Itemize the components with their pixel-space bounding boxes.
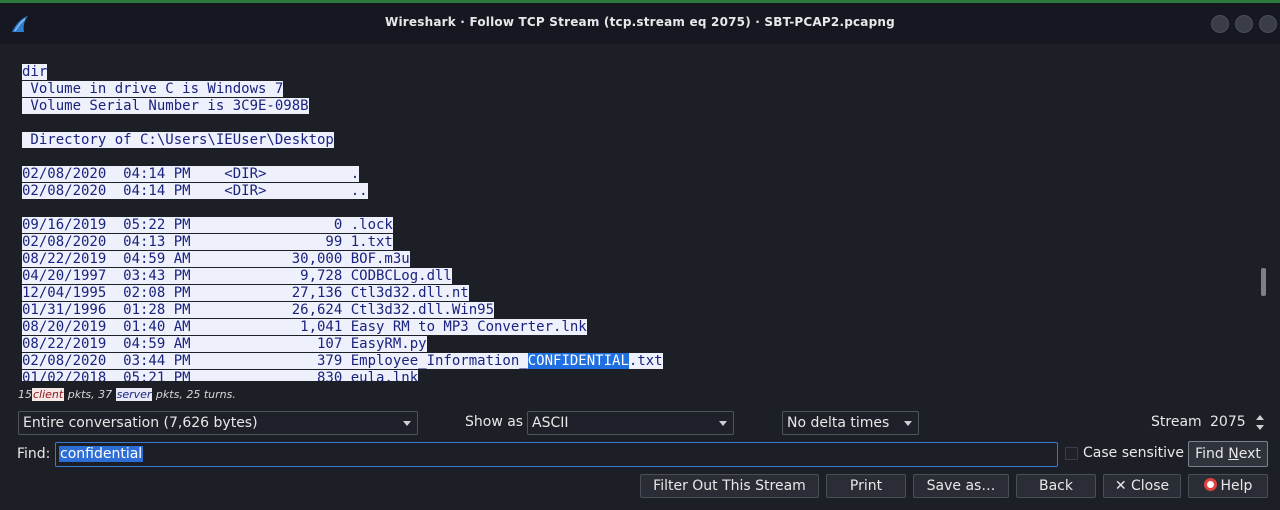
stream-line-text: 12/04/1995 02:08 PM 27,136 Ctl3d32.dll.n…	[22, 285, 469, 301]
find-next-label-post: ext	[1238, 446, 1261, 462]
help-button[interactable]: Help	[1188, 474, 1268, 498]
delta-times-select-value: No delta times	[787, 415, 890, 431]
stream-line: dir	[22, 64, 663, 81]
stream-line: 08/22/2019 04:59 AM 107 EasyRM.py	[22, 336, 663, 353]
spin-down-icon[interactable]	[1256, 425, 1264, 430]
stream-line	[22, 200, 663, 217]
stream-stats: 15client pkts, 37 server pkts, 25 turns.	[18, 388, 236, 401]
find-next-label-pre: Find	[1195, 446, 1229, 462]
filter-out-stream-button[interactable]: Filter Out This Stream	[640, 474, 819, 498]
stream-line-text: 08/22/2019 04:59 AM 30,000 BOF.m3u	[22, 251, 410, 267]
stream-line: 02/08/2020 04:14 PM <DIR> ..	[22, 183, 663, 200]
spin-up-icon[interactable]	[1256, 415, 1264, 420]
conversation-select-value: Entire conversation (7,626 bytes)	[23, 415, 258, 431]
help-button-label: Help	[1220, 478, 1253, 494]
stream-line-text: 02/08/2020 04:14 PM <DIR> .	[22, 166, 360, 182]
stream-line: 02/08/2020 03:44 PM 379 Employee_Informa…	[22, 353, 663, 370]
stream-line-text: 04/20/1997 03:43 PM 9,728 CODBCLog.dll	[22, 268, 452, 284]
stream-line-text: 09/16/2019 05:22 PM 0 .lock	[22, 217, 393, 233]
stream-line-text: Directory of C:\Users\IEUser\Desktop	[22, 132, 334, 148]
stream-line: 01/02/2018 05:21 PM 830 eula.lnk	[22, 370, 663, 381]
stream-number-value: 2075	[1210, 414, 1246, 430]
stream-line-text: dir	[22, 64, 48, 80]
chevron-down-icon	[904, 421, 912, 426]
case-sensitive-label: Case sensitive	[1083, 445, 1184, 461]
conversation-select[interactable]: Entire conversation (7,626 bytes)	[18, 411, 418, 435]
stats-tail-text: pkts, 25 turns.	[152, 388, 236, 401]
stream-line-text: 08/22/2019 04:59 AM 107 EasyRM.py	[22, 336, 427, 352]
stream-line-text: 08/20/2019 01:40 AM 1,041 Easy RM to MP3…	[22, 319, 587, 335]
stream-content-pane[interactable]: dir Volume in drive C is Windows 7 Volum…	[0, 50, 1280, 381]
maximize-button[interactable]	[1235, 15, 1253, 33]
search-match-highlight: CONFIDENTIAL	[527, 353, 629, 369]
stream-line	[22, 149, 663, 166]
window-title: Wireshark · Follow TCP Stream (tcp.strea…	[385, 15, 895, 29]
print-button[interactable]: Print	[826, 474, 906, 498]
close-window-button[interactable]	[1259, 15, 1277, 33]
stream-line: Volume in drive C is Windows 7	[22, 81, 663, 98]
save-as-button[interactable]: Save as…	[913, 474, 1009, 498]
title-bar: Wireshark · Follow TCP Stream (tcp.strea…	[0, 0, 1280, 44]
stream-line: 12/04/1995 02:08 PM 27,136 Ctl3d32.dll.n…	[22, 285, 663, 302]
stream-line-text: 02/08/2020 04:13 PM 99 1.txt	[22, 234, 393, 250]
minimize-button[interactable]	[1211, 15, 1229, 33]
stream-line: Directory of C:\Users\IEUser\Desktop	[22, 132, 663, 149]
find-next-label-mnemonic: N	[1228, 446, 1239, 462]
stream-line: 02/08/2020 04:14 PM <DIR> .	[22, 166, 663, 183]
stream-line	[22, 115, 663, 132]
stats-middle-text: pkts, 37	[64, 388, 116, 401]
stream-line: 01/31/1996 01:28 PM 26,624 Ctl3d32.dll.W…	[22, 302, 663, 319]
stream-line: 04/20/1997 03:43 PM 9,728 CODBCLog.dll	[22, 268, 663, 285]
stream-line-text: 01/31/1996 01:28 PM 26,624 Ctl3d32.dll.W…	[22, 302, 495, 318]
case-sensitive-checkbox[interactable]	[1065, 447, 1078, 460]
show-as-select[interactable]: ASCII	[527, 411, 734, 435]
stream-line: Volume Serial Number is 3C9E-098B	[22, 98, 663, 115]
find-input-value: confidential	[59, 446, 144, 462]
show-as-select-value: ASCII	[532, 415, 569, 431]
stream-line-text-after: .txt	[628, 353, 663, 369]
delta-times-select[interactable]: No delta times	[782, 411, 919, 435]
find-input[interactable]: confidential	[55, 442, 1058, 467]
stream-line-text: 02/08/2020 03:44 PM 379 Employee_Informa…	[22, 353, 528, 369]
chevron-down-icon	[403, 421, 411, 426]
stream-line: 09/16/2019 05:22 PM 0 .lock	[22, 217, 663, 234]
stream-line: 02/08/2020 04:13 PM 99 1.txt	[22, 234, 663, 251]
stream-line-text: 01/02/2018 05:21 PM 830 eula.lnk	[22, 370, 419, 381]
back-button[interactable]: Back	[1016, 474, 1096, 498]
help-lifebuoy-icon	[1203, 478, 1217, 491]
server-label: server	[115, 388, 153, 401]
stream-line: 08/22/2019 04:59 AM 30,000 BOF.m3u	[22, 251, 663, 268]
find-next-button[interactable]: Find Next	[1188, 441, 1268, 467]
stream-number-spinbox[interactable]: 2075	[1206, 411, 1268, 435]
stream-line: 08/20/2019 01:40 AM 1,041 Easy RM to MP3…	[22, 319, 663, 336]
show-as-label: Show as	[465, 414, 524, 430]
client-packet-count: 15	[18, 388, 32, 401]
find-label: Find:	[17, 446, 51, 462]
stream-line-text: Volume Serial Number is 3C9E-098B	[22, 98, 309, 114]
chevron-down-icon	[719, 421, 727, 426]
vertical-scrollbar[interactable]	[1261, 268, 1266, 296]
stream-line-text: Volume in drive C is Windows 7	[22, 81, 284, 97]
close-button[interactable]: ✕ Close	[1103, 474, 1181, 498]
stream-text[interactable]: dir Volume in drive C is Windows 7 Volum…	[22, 64, 663, 381]
stream-line-text: 02/08/2020 04:14 PM <DIR> ..	[22, 183, 368, 199]
stream-label: Stream	[1151, 414, 1202, 430]
client-label: client	[32, 388, 65, 401]
